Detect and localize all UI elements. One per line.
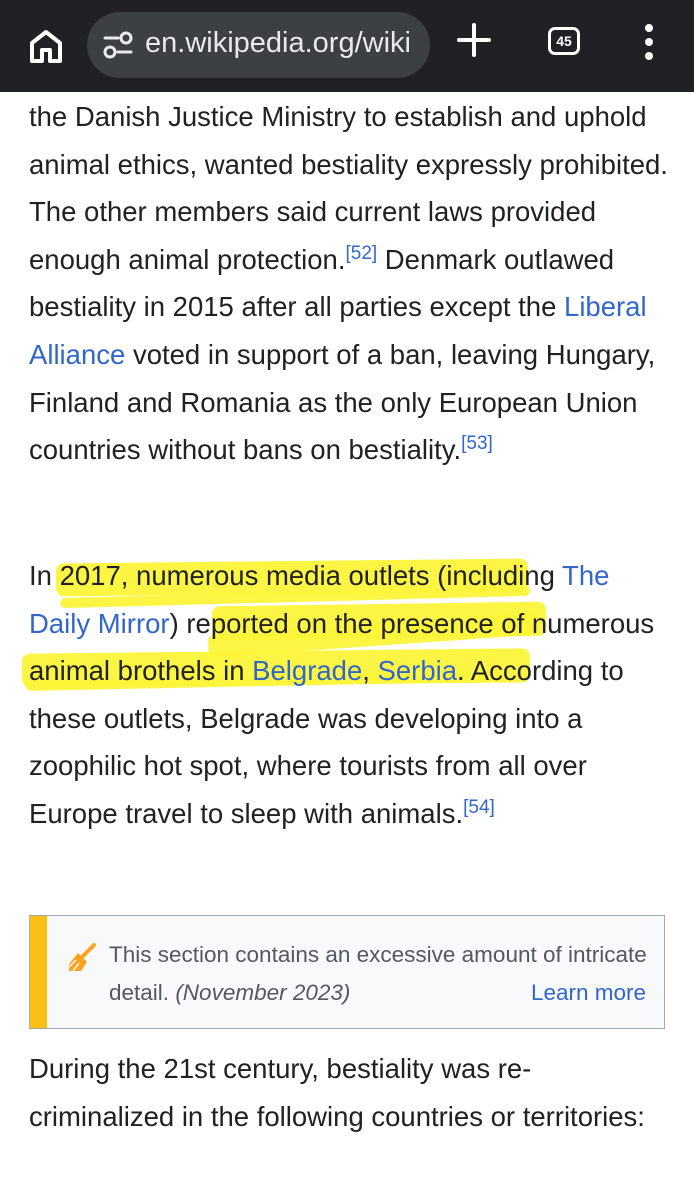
text: In 2017, numerous media outlets (includi… [29, 560, 563, 591]
citation-53[interactable]: [53] [461, 433, 493, 454]
link-belgrade[interactable]: Belgrade [252, 655, 362, 686]
paragraph-recriminalized: During the 21st century, bestiality was … [29, 1045, 669, 1140]
text: , [362, 655, 378, 687]
site-settings-icon[interactable] [103, 31, 133, 59]
text: During the 21st century, bestiality was … [29, 1053, 645, 1132]
link-serbia[interactable]: Serbia [378, 655, 458, 686]
address-bar[interactable]: en.wikipedia.org/wiki [87, 12, 430, 78]
citation-54[interactable]: [54] [463, 797, 495, 818]
paragraph-belgrade: In 2017, numerous media outlets (includi… [29, 552, 669, 838]
tab-switcher-icon[interactable]: 45 [548, 27, 580, 55]
home-button[interactable] [20, 20, 72, 72]
notice-date: (November 2023) [175, 980, 351, 1005]
paragraph-denmark: the Danish Justice Ministry to establish… [29, 93, 669, 474]
home-icon [30, 30, 62, 63]
citation-52[interactable]: [52] [345, 243, 377, 264]
broom-icon [68, 943, 96, 972]
url-text[interactable]: en.wikipedia.org/wiki [145, 27, 411, 60]
tab-count: 45 [556, 33, 572, 49]
plus-icon[interactable] [452, 18, 496, 62]
excessive-detail-notice: This section contains an excessive amoun… [29, 915, 665, 1029]
learn-more-link[interactable]: Learn more [531, 974, 646, 1012]
browser-toolbar: en.wikipedia.org/wiki 45 [0, 0, 694, 92]
notice-accent-bar [30, 916, 47, 1028]
more-vert-icon[interactable] [634, 22, 664, 62]
